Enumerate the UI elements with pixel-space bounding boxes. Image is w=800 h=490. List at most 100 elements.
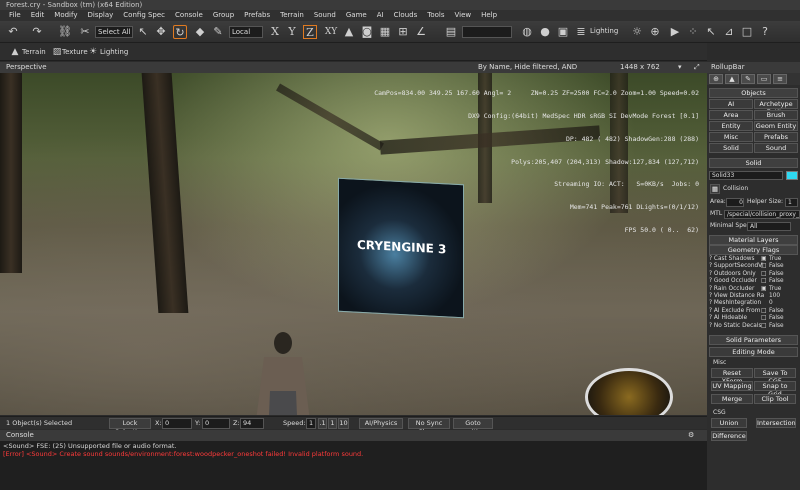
solid-parameters-header[interactable]: Solid Parameters (709, 335, 798, 345)
snap-to-grid-button[interactable]: Snap to Grid (754, 381, 796, 398)
link-icon[interactable]: ⛓ (58, 25, 72, 39)
save-to-cgf-button[interactable]: Save To CGF (754, 368, 796, 385)
axis-y-button[interactable]: Y (285, 25, 299, 39)
area-button[interactable]: Area (709, 110, 753, 120)
viewport-title[interactable]: Perspective (6, 62, 47, 73)
sun-icon[interactable]: ☼ (630, 25, 644, 39)
menu-tools[interactable]: Tools (422, 10, 449, 21)
menu-sound[interactable]: Sound (309, 10, 341, 21)
collision-icon[interactable]: ▦ (710, 184, 720, 194)
camera-icon[interactable]: ◙ (360, 25, 374, 39)
cryengine-billboard[interactable]: CRYENGINE 3 (338, 177, 464, 319)
layers-icon[interactable]: ▤ (444, 25, 458, 39)
sphere-icon[interactable]: ● (538, 25, 552, 39)
grid-icon[interactable]: ▦ (378, 25, 392, 39)
console-output[interactable]: <Sound> FSE: (25) Unsupported file or au… (0, 441, 707, 490)
stack-icon[interactable]: ≣ (574, 25, 588, 39)
menu-console[interactable]: Console (170, 10, 208, 21)
select-arrow-icon[interactable]: ↖ (704, 25, 718, 39)
display-tab-icon[interactable]: ▭ (757, 74, 771, 84)
game-icon[interactable]: ▶ (668, 25, 682, 39)
difference-button[interactable]: Difference (711, 431, 747, 441)
console-options-icon[interactable]: ⚙ (688, 430, 694, 441)
physics-icon[interactable]: ⊕ (648, 25, 662, 39)
brush-button[interactable]: Brush (754, 110, 798, 120)
archetype-entity-button[interactable]: Archetype Entity (754, 99, 798, 116)
move-icon[interactable]: ✥ (154, 25, 168, 39)
collision-label[interactable]: Collision (723, 185, 748, 193)
undo-icon[interactable]: ↶ (6, 25, 20, 39)
viewport-maximize-icon[interactable]: ⤢ (694, 62, 700, 73)
rotate-icon[interactable]: ↻ (173, 25, 187, 39)
area-input[interactable]: 0 (726, 198, 744, 207)
save-icon[interactable]: ▣ (556, 25, 570, 39)
menu-view[interactable]: View (449, 10, 476, 21)
flag-checkbox[interactable]: □ (761, 263, 766, 270)
sound-button[interactable]: Sound (754, 143, 798, 153)
menu-prefabs[interactable]: Prefabs (239, 10, 275, 21)
scale-icon[interactable]: ◆ (193, 25, 207, 39)
terrain-tab-icon[interactable]: ▲ (725, 74, 739, 84)
expand-icon[interactable]: ⊿ (722, 25, 736, 39)
coord-system-dropdown[interactable]: Local (229, 26, 263, 38)
angle-snap-icon[interactable]: ∠ (414, 25, 428, 39)
geometry-flags-header[interactable]: Geometry Flags (709, 245, 798, 255)
flag-row[interactable]: ? View Distance Ra 100 (709, 293, 798, 300)
menu-display[interactable]: Display (82, 10, 118, 21)
clip-tool-button[interactable]: Clip Tool (754, 394, 796, 404)
lighting-preset-dropdown[interactable]: Lighting (590, 25, 618, 37)
flag-row[interactable]: ? AI Hideable □ False (709, 315, 798, 322)
z-coord-input[interactable]: 94 (240, 418, 264, 429)
select-icon[interactable]: ↖ (136, 25, 150, 39)
menu-edit[interactable]: Edit (26, 10, 50, 21)
intersection-button[interactable]: Intersection (756, 418, 796, 428)
solid-button[interactable]: Solid (709, 143, 753, 153)
menu-terrain[interactable]: Terrain (275, 10, 309, 21)
helper-size-input[interactable]: 1 (785, 198, 798, 207)
solid-section-header[interactable]: Solid (709, 158, 798, 168)
viewport-filter-info[interactable]: By Name, Hide filtered, AND (478, 62, 577, 73)
unlink-icon[interactable]: ✂ (78, 25, 92, 39)
menu-ai[interactable]: AI (372, 10, 389, 21)
flag-row[interactable]: ? MeshIntegration 0 (709, 300, 798, 307)
lighting-button[interactable]: Lighting (100, 46, 128, 58)
flag-value[interactable]: 0 (769, 300, 773, 307)
terrain-button[interactable]: Terrain (22, 46, 46, 58)
texture-button[interactable]: Texture (62, 46, 88, 58)
help-icon[interactable]: ? (758, 25, 772, 39)
menu-clouds[interactable]: Clouds (389, 10, 423, 21)
dots-icon[interactable]: ⁘ (686, 25, 700, 39)
reset-xform-button[interactable]: Reset XForm (711, 368, 753, 385)
merge-button[interactable]: Merge (711, 394, 753, 404)
speed-10-button[interactable]: 10 (338, 418, 349, 429)
flag-checkbox[interactable]: □ (761, 308, 766, 315)
x-coord-input[interactable]: 0 (162, 418, 192, 429)
modelling-tab-icon[interactable]: ✎ (741, 74, 755, 84)
prefabs-button[interactable]: Prefabs (754, 132, 798, 142)
ai-physics-button[interactable]: AI/Physics (359, 418, 403, 429)
union-button[interactable]: Union (711, 418, 747, 428)
speed-01-button[interactable]: .1 (318, 418, 327, 429)
axis-x-button[interactable]: X (268, 25, 282, 39)
flag-row[interactable]: ? Good Occluder □ False (709, 278, 798, 285)
select-mode-dropdown[interactable]: Select All (95, 26, 133, 38)
flag-value[interactable]: 100 (769, 293, 780, 300)
menu-config-spec[interactable]: Config Spec (118, 10, 170, 21)
misc-button[interactable]: Misc (709, 132, 753, 142)
editing-mode-button[interactable]: Editing Mode (709, 347, 798, 357)
object-color-swatch[interactable] (786, 171, 798, 180)
menu-help[interactable]: Help (476, 10, 502, 21)
snap-grid-icon[interactable]: ⊞ (396, 25, 410, 39)
flag-row[interactable]: ? SupportSecondVi □ False (709, 263, 798, 270)
speed-input[interactable]: 1 (306, 418, 316, 429)
no-sync-player-button[interactable]: No Sync Player (408, 418, 450, 436)
perspective-viewport[interactable]: CamPos=834.00 349.25 167.60 Angl= 2 ZN=0… (0, 73, 707, 415)
viewport-options-icon[interactable]: ▾ (678, 62, 682, 73)
material-icon[interactable]: ◍ (520, 25, 534, 39)
flag-row[interactable]: ? No Static Decals □ False (709, 323, 798, 330)
axis-z-button[interactable]: Z (303, 25, 317, 39)
layer-dropdown[interactable] (462, 26, 512, 38)
menu-modify[interactable]: Modify (49, 10, 82, 21)
flag-row[interactable]: ? AI Exclude From □ False (709, 308, 798, 315)
flag-checkbox[interactable]: □ (761, 315, 766, 322)
